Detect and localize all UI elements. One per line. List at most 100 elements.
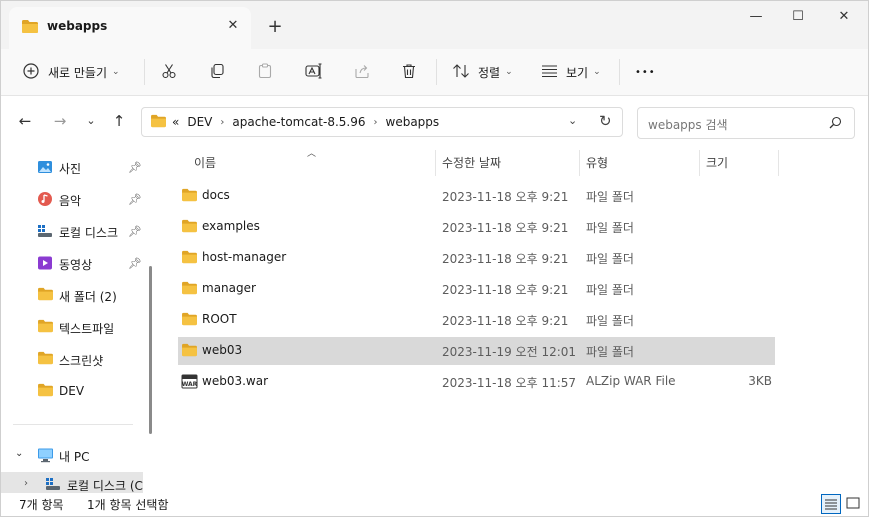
back-button[interactable]: ← xyxy=(14,110,36,132)
delete-button[interactable] xyxy=(401,57,417,87)
file-row-host-manager[interactable]: host-manager 2023-11-18 오후 9:21 파일 폴더 xyxy=(178,244,775,272)
nav-scrollbar[interactable] xyxy=(149,266,152,434)
pin-icon: 📌︎ xyxy=(128,193,142,206)
cut-button[interactable] xyxy=(161,57,177,87)
folder-icon xyxy=(37,383,53,399)
copy-button[interactable] xyxy=(209,57,225,87)
file-type: 파일 폴더 xyxy=(586,190,634,204)
close-window-button[interactable]: ✕ xyxy=(824,7,864,27)
share-icon xyxy=(354,63,370,82)
file-name: web03 xyxy=(202,343,243,357)
tab-close-icon[interactable]: ✕ xyxy=(223,16,243,36)
details-view-button[interactable] xyxy=(821,494,841,514)
up-button[interactable]: ↑ xyxy=(108,110,130,132)
nav-item-pictures[interactable]: 사진 📌︎ xyxy=(1,152,143,182)
recent-locations-button[interactable]: ⌄ xyxy=(80,110,102,132)
svg-text:WAR: WAR xyxy=(182,381,198,388)
toolbar-divider xyxy=(436,59,437,85)
address-dropdown-icon[interactable]: ⌄ xyxy=(568,114,577,127)
sort-button[interactable]: 정렬 ⌄ xyxy=(452,57,513,87)
address-bar[interactable]: « DEV › apache-tomcat-8.5.96 › webapps ⌄… xyxy=(141,107,623,137)
pictures-icon xyxy=(37,159,53,175)
folder-icon xyxy=(37,351,53,367)
nav-item-text-files[interactable]: 텍스트파일 xyxy=(1,312,143,342)
file-name: manager xyxy=(202,281,256,295)
breadcrumb-tomcat[interactable]: apache-tomcat-8.5.96 xyxy=(232,115,365,129)
chevron-right-icon: › xyxy=(220,116,225,128)
file-row-manager[interactable]: manager 2023-11-18 오후 9:21 파일 폴더 xyxy=(178,275,775,303)
nav-item-screenshots[interactable]: 스크린샷 xyxy=(1,344,143,374)
nav-item-videos[interactable]: 동영상 📌︎ xyxy=(1,248,143,278)
nav-item-label: 동영상 xyxy=(59,258,93,272)
folder-icon xyxy=(37,287,53,303)
nav-item-local-disk-c[interactable]: › 로컬 디스크 (C xyxy=(1,472,143,494)
chevron-down-icon: ⌄ xyxy=(112,67,120,77)
search-box[interactable]: webapps 검색 xyxy=(637,107,855,139)
tab-webapps[interactable]: webapps ✕ xyxy=(9,7,251,49)
drive-icon xyxy=(45,476,61,492)
navigation-pane: 사진 📌︎ 음악 📌︎ 로컬 디스크 📌︎ 동영상 📌︎ 새 폴더 (2) 텍스… xyxy=(1,146,161,494)
file-row-examples[interactable]: examples 2023-11-18 오후 9:21 파일 폴더 xyxy=(178,213,775,241)
new-button[interactable]: 새로 만들기 ⌄ xyxy=(23,57,120,87)
pin-icon: 📌︎ xyxy=(128,225,142,238)
file-name: web03.war xyxy=(202,374,268,388)
minimize-button[interactable]: — xyxy=(736,7,776,27)
music-icon xyxy=(37,191,53,207)
forward-button[interactable]: → xyxy=(49,110,71,132)
chevron-down-icon[interactable]: ⌄ xyxy=(15,448,23,459)
file-type: 파일 폴더 xyxy=(586,283,634,297)
chevron-right-icon[interactable]: › xyxy=(24,478,28,489)
nav-item-music[interactable]: 음악 📌︎ xyxy=(1,184,143,214)
more-options-button[interactable]: ••• xyxy=(635,57,656,87)
nav-divider xyxy=(13,424,133,425)
file-date: 2023-11-18 오후 9:21 xyxy=(442,190,569,204)
tiles-view-button[interactable] xyxy=(844,494,864,514)
file-type: 파일 폴더 xyxy=(586,221,634,235)
file-row-root[interactable]: ROOT 2023-11-18 오후 9:21 파일 폴더 xyxy=(178,306,775,334)
column-header-name[interactable]: 이름 xyxy=(194,154,216,176)
search-icon[interactable] xyxy=(829,116,842,132)
file-row-docs[interactable]: docs 2023-11-18 오후 9:21 파일 폴더 xyxy=(178,182,775,210)
file-row-web03[interactable]: web03 2023-11-19 오전 12:01 파일 폴더 xyxy=(178,337,775,365)
paste-button[interactable] xyxy=(257,57,273,87)
file-date: 2023-11-18 오후 9:21 xyxy=(442,314,569,328)
nav-item-local-disk[interactable]: 로컬 디스크 📌︎ xyxy=(1,216,143,246)
nav-item-this-pc[interactable]: ⌄ 내 PC xyxy=(1,440,143,470)
rename-button[interactable] xyxy=(305,57,323,87)
share-button[interactable] xyxy=(354,57,370,87)
nav-item-label: DEV xyxy=(59,384,85,398)
file-type: 파일 폴더 xyxy=(586,314,634,328)
new-tab-button[interactable]: + xyxy=(263,15,287,39)
file-type: 파일 폴더 xyxy=(586,252,634,266)
rename-icon xyxy=(305,62,323,82)
pin-icon: 📌︎ xyxy=(128,161,142,174)
refresh-icon[interactable]: ↻ xyxy=(599,112,612,130)
file-row-web03-war[interactable]: WAR web03.war 2023-11-18 오후 11:57 ALZip … xyxy=(178,368,775,396)
videos-icon xyxy=(37,255,53,271)
maximize-button[interactable]: ☐ xyxy=(778,7,818,27)
file-list: ︿ 이름 수정한 날짜 유형 크기 docs 2023-11-18 오후 9:2… xyxy=(161,146,868,493)
tiles-view-icon xyxy=(844,497,862,515)
breadcrumb-overflow[interactable]: « xyxy=(172,115,179,129)
new-button-label: 새로 만들기 xyxy=(48,65,108,80)
view-list-icon xyxy=(541,64,558,81)
view-button[interactable]: 보기 ⌄ xyxy=(541,57,601,87)
computer-icon xyxy=(37,447,53,463)
nav-item-label: 새 폴더 (2) xyxy=(59,290,117,304)
nav-item-new-folder-2[interactable]: 새 폴더 (2) xyxy=(1,280,143,310)
details-view-icon xyxy=(822,499,840,516)
plus-circle-icon xyxy=(23,62,39,82)
column-divider[interactable] xyxy=(778,150,779,176)
column-header-type[interactable]: 유형 xyxy=(586,154,608,176)
column-divider[interactable] xyxy=(699,150,700,176)
breadcrumb-webapps[interactable]: webapps xyxy=(386,115,440,129)
toolbar-divider xyxy=(619,59,620,85)
column-divider[interactable] xyxy=(435,150,436,176)
column-header-size[interactable]: 크기 xyxy=(706,154,728,176)
folder-icon xyxy=(181,188,198,202)
file-explorer-window: webapps ✕ + — ☐ ✕ 새로 만들기 ⌄ 정렬 ⌄ 보기 ⌄ •••… xyxy=(0,0,869,517)
column-divider[interactable] xyxy=(579,150,580,176)
nav-item-dev[interactable]: DEV xyxy=(1,376,143,406)
breadcrumb-dev[interactable]: DEV xyxy=(187,115,212,129)
column-header-date[interactable]: 수정한 날짜 xyxy=(442,154,501,176)
